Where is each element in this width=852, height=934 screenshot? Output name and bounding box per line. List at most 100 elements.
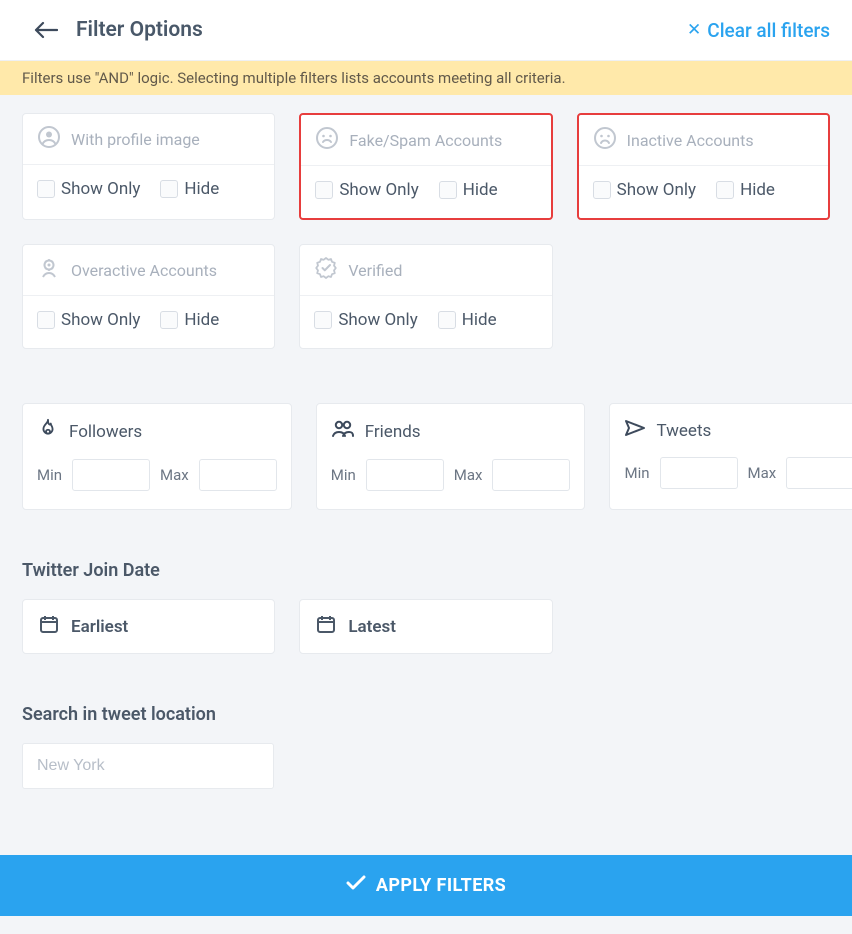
date-grid: Earliest Latest [22, 599, 830, 654]
checkbox-icon [315, 181, 333, 199]
location-heading: Search in tweet location [22, 704, 830, 725]
earliest-label: Earliest [71, 617, 128, 637]
max-label: Max [160, 466, 189, 484]
show-only-option[interactable]: Show Only [37, 179, 140, 199]
join-date-heading: Twitter Join Date [22, 560, 830, 581]
range-title: Tweets [656, 421, 711, 441]
card-body: Show Only Hide [579, 166, 828, 218]
checkbox-icon [593, 181, 611, 199]
range-head: Friends [331, 418, 571, 445]
card-head: Overactive Accounts [23, 245, 274, 296]
header-left: Filter Options [34, 18, 203, 42]
hide-option[interactable]: Hide [716, 180, 775, 200]
back-arrow-icon[interactable] [34, 21, 58, 39]
range-head: Tweets [624, 418, 852, 443]
card-body: Show Only Hide [23, 165, 274, 217]
card-title: Verified [348, 261, 402, 280]
sad-icon [593, 126, 617, 154]
max-label: Max [748, 464, 777, 482]
show-only-option[interactable]: Show Only [315, 180, 418, 200]
card-title: Fake/Spam Accounts [349, 131, 502, 150]
show-only-option[interactable]: Show Only [314, 310, 417, 330]
option-label: Hide [184, 310, 219, 330]
person-circle-icon [37, 125, 61, 153]
option-label: Hide [740, 180, 775, 200]
range-head: Followers [37, 418, 277, 445]
card-body: Show Only Hide [301, 166, 550, 218]
card-title: Overactive Accounts [71, 261, 217, 280]
option-label: Hide [462, 310, 497, 330]
hide-option[interactable]: Hide [439, 180, 498, 200]
option-label: Show Only [61, 179, 140, 199]
range-title: Followers [69, 422, 142, 442]
apply-filters-button[interactable]: APPLY FILTERS [0, 855, 852, 916]
close-icon: ✕ [687, 22, 701, 39]
tweets-min-input[interactable] [660, 457, 738, 489]
clear-all-filters-button[interactable]: ✕ Clear all filters [687, 19, 830, 42]
option-label: Hide [184, 179, 219, 199]
checkbox-icon [716, 181, 734, 199]
range-row: Min Max [331, 459, 571, 491]
earliest-date-button[interactable]: Earliest [22, 599, 275, 654]
filter-card-verified: Verified Show Only Hide [299, 244, 552, 349]
card-head: With profile image [23, 114, 274, 165]
friends-min-input[interactable] [366, 459, 444, 491]
range-row: Min Max [37, 459, 277, 491]
checkbox-icon [160, 180, 178, 198]
filter-card-fake-spam: Fake/Spam Accounts Show Only Hide [299, 113, 552, 220]
check-icon [346, 875, 366, 896]
max-label: Max [454, 466, 483, 484]
gear-head-icon [37, 256, 61, 284]
latest-label: Latest [348, 617, 396, 637]
filter-card-profile-image: With profile image Show Only Hide [22, 113, 275, 220]
card-title: Inactive Accounts [627, 131, 754, 150]
range-card-followers: Followers Min Max [22, 403, 292, 510]
hide-option[interactable]: Hide [160, 310, 219, 330]
range-card-tweets: Tweets Min Max [609, 403, 852, 510]
frown-icon [315, 126, 339, 154]
range-grid: Followers Min Max Friends [22, 403, 830, 510]
option-label: Show Only [617, 180, 696, 200]
friends-max-input[interactable] [492, 459, 570, 491]
option-label: Show Only [61, 310, 140, 330]
min-label: Min [624, 464, 649, 482]
card-head: Inactive Accounts [579, 115, 828, 166]
followers-max-input[interactable] [199, 459, 277, 491]
min-label: Min [331, 466, 356, 484]
checkbox-icon [37, 180, 55, 198]
latest-date-button[interactable]: Latest [299, 599, 552, 654]
checkbox-icon [439, 181, 457, 199]
option-label: Show Only [338, 310, 417, 330]
calendar-icon [39, 614, 59, 639]
filter-card-inactive: Inactive Accounts Show Only Hide [577, 113, 830, 220]
card-head: Fake/Spam Accounts [301, 115, 550, 166]
apply-label: APPLY FILTERS [376, 875, 506, 896]
range-row: Min Max [624, 457, 852, 489]
header: Filter Options ✕ Clear all filters [0, 0, 852, 61]
option-label: Hide [463, 180, 498, 200]
hide-option[interactable]: Hide [438, 310, 497, 330]
min-label: Min [37, 466, 62, 484]
followers-min-input[interactable] [72, 459, 150, 491]
range-title: Friends [365, 422, 421, 442]
filter-card-overactive: Overactive Accounts Show Only Hide [22, 244, 275, 349]
card-title: With profile image [71, 130, 200, 149]
checkbox-icon [314, 311, 332, 329]
info-bar: Filters use "AND" logic. Selecting multi… [0, 61, 852, 95]
tweet-location-input[interactable] [22, 743, 274, 789]
show-only-option[interactable]: Show Only [593, 180, 696, 200]
card-body: Show Only Hide [300, 296, 551, 348]
clear-all-label: Clear all filters [707, 19, 830, 42]
hide-option[interactable]: Hide [160, 179, 219, 199]
tweets-max-input[interactable] [786, 457, 852, 489]
show-only-option[interactable]: Show Only [37, 310, 140, 330]
people-icon [331, 418, 355, 445]
card-body: Show Only Hide [23, 296, 274, 348]
verified-badge-icon [314, 256, 338, 284]
filter-grid: With profile image Show Only Hide [22, 113, 830, 349]
checkbox-icon [37, 311, 55, 329]
checkbox-icon [160, 311, 178, 329]
option-label: Show Only [339, 180, 418, 200]
send-icon [624, 418, 646, 443]
checkbox-icon [438, 311, 456, 329]
